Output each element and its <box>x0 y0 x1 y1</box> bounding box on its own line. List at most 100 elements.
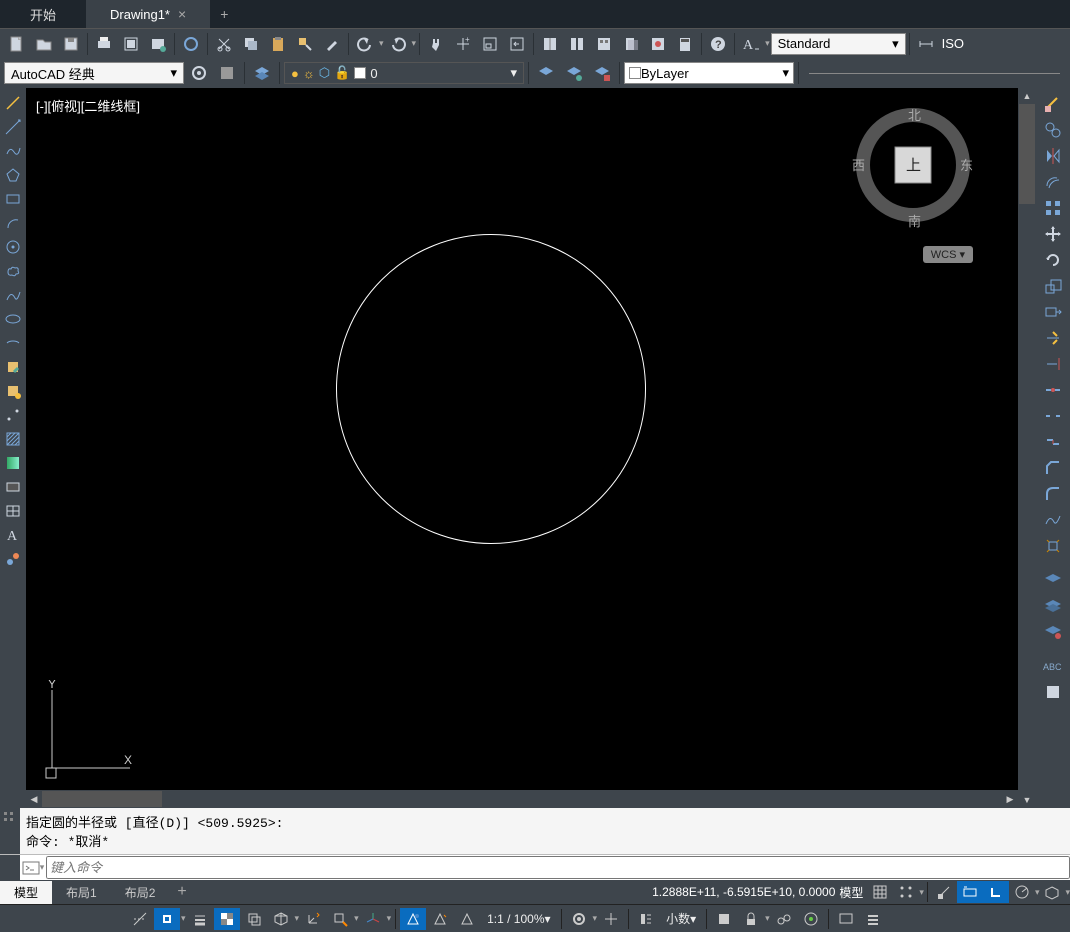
workspace-settings-button[interactable] <box>186 60 212 86</box>
tool-palettes-button[interactable] <box>591 31 617 57</box>
move-tool[interactable] <box>1039 222 1067 246</box>
scroll-right-icon[interactable]: ▶ <box>1002 790 1018 808</box>
osnap-track-button[interactable] <box>127 908 153 930</box>
units-button[interactable] <box>633 908 659 930</box>
command-prompt-icon[interactable]: ▾ <box>20 861 46 875</box>
hatch-tool[interactable] <box>2 428 24 450</box>
quickcalc-button[interactable] <box>672 31 698 57</box>
pan-button[interactable] <box>423 31 449 57</box>
plot-preview-button[interactable] <box>118 31 144 57</box>
print-button[interactable] <box>91 31 117 57</box>
line-tool[interactable] <box>2 92 24 114</box>
gizmo-button[interactable] <box>360 908 386 930</box>
array-tool[interactable] <box>1039 196 1067 220</box>
hardware-accel-button[interactable] <box>798 908 824 930</box>
scale-tool[interactable] <box>1039 274 1067 298</box>
isometric-button[interactable] <box>1039 881 1065 903</box>
rotate-tool[interactable] <box>1039 248 1067 272</box>
workspace-gear-button[interactable] <box>566 908 592 930</box>
construction-line-tool[interactable] <box>2 116 24 138</box>
annotation-visibility-button[interactable] <box>400 908 426 930</box>
transparency-button[interactable] <box>214 908 240 930</box>
snap-button[interactable] <box>893 881 919 903</box>
sheet-set-manager-button[interactable] <box>618 31 644 57</box>
publish-button[interactable] <box>145 31 171 57</box>
tab-layout2[interactable]: 布局2 <box>111 881 170 904</box>
paste-button[interactable] <box>265 31 291 57</box>
layer-stack-2-button[interactable] <box>1039 594 1067 618</box>
scroll-left-icon[interactable]: ◀ <box>26 790 42 808</box>
erase-tool[interactable] <box>1039 92 1067 116</box>
horizontal-scrollbar[interactable]: ◀ ▶ <box>26 790 1018 808</box>
tab-model[interactable]: 模型 <box>0 881 52 904</box>
chamfer-tool[interactable] <box>1039 456 1067 480</box>
close-icon[interactable]: × <box>178 6 186 22</box>
text-style-dropdown[interactable]: Standard ▾ <box>771 33 906 55</box>
scroll-up-icon[interactable]: ▲ <box>1018 88 1036 104</box>
osnap-button[interactable] <box>154 908 180 930</box>
text-style-a-button[interactable]: A <box>738 31 764 57</box>
ellipse-tool[interactable] <box>2 308 24 330</box>
undo-button[interactable] <box>352 31 378 57</box>
view-cube[interactable]: 北 南 西 东 上 <box>848 100 978 230</box>
customize-button[interactable] <box>860 908 886 930</box>
layer-previous-button[interactable] <box>533 60 559 86</box>
extend-tool[interactable] <box>1039 352 1067 376</box>
auto-scale-button[interactable] <box>427 908 453 930</box>
save-button[interactable] <box>58 31 84 57</box>
drawing-canvas[interactable]: [-][俯视][二维线框] 北 南 西 东 上 WCS ▾ Y X <box>26 88 1018 790</box>
abc-button[interactable]: ABC <box>1039 654 1067 678</box>
quick-properties-button[interactable] <box>711 908 737 930</box>
break-tool[interactable] <box>1039 404 1067 428</box>
layer-isolate-button[interactable] <box>589 60 615 86</box>
cut-button[interactable] <box>211 31 237 57</box>
tab-add-button[interactable]: + <box>210 0 238 28</box>
autodesk-360-button[interactable] <box>178 31 204 57</box>
rectangle-tool[interactable] <box>2 188 24 210</box>
units-dropdown[interactable]: 小数 ▾ <box>660 910 702 927</box>
blend-curves-tool[interactable] <box>1039 508 1067 532</box>
tab-layout1[interactable]: 布局1 <box>52 881 111 904</box>
vertical-scrollbar[interactable]: ▲ ▼ <box>1018 88 1036 808</box>
match-properties-button[interactable] <box>292 31 318 57</box>
workspace-save-button[interactable] <box>214 60 240 86</box>
attach-tool[interactable] <box>2 548 24 570</box>
wcs-badge[interactable]: WCS ▾ <box>923 246 973 263</box>
workspace-dropdown[interactable]: AutoCAD 经典 ▾ <box>4 62 184 84</box>
open-file-button[interactable] <box>31 31 57 57</box>
coordinates-readout[interactable]: 1.2888E+11, -6.5915E+10, 0.0000 <box>652 885 835 899</box>
markup-set-button[interactable] <box>645 31 671 57</box>
add-layout-button[interactable]: + <box>169 880 194 904</box>
command-input[interactable] <box>46 856 1070 879</box>
trim-tool[interactable] <box>1039 326 1067 350</box>
model-space-button[interactable]: 模型 <box>835 884 867 901</box>
polyline-tool[interactable] <box>2 140 24 162</box>
scroll-down-icon[interactable]: ▼ <box>1018 792 1036 808</box>
linetype-preview[interactable] <box>809 73 1060 74</box>
design-center-button[interactable] <box>564 31 590 57</box>
mirror-tool[interactable] <box>1039 144 1067 168</box>
selection-filter-button[interactable] <box>327 908 353 930</box>
zoom-window-button[interactable] <box>477 31 503 57</box>
command-grip[interactable] <box>0 855 20 880</box>
ortho-button[interactable] <box>983 881 1009 903</box>
selection-cycling-button[interactable] <box>241 908 267 930</box>
make-block-tool[interactable] <box>2 380 24 402</box>
mtext-tool[interactable]: A <box>2 524 24 546</box>
copy-button[interactable] <box>238 31 264 57</box>
fillet-tool[interactable] <box>1039 482 1067 506</box>
lock-ui-button[interactable] <box>738 908 764 930</box>
tab-start[interactable]: 开始 <box>0 0 86 28</box>
grid-button[interactable] <box>867 881 893 903</box>
table-tool[interactable] <box>2 500 24 522</box>
join-tool[interactable] <box>1039 430 1067 454</box>
layer-stack-1-button[interactable] <box>1039 568 1067 592</box>
offset-tool[interactable] <box>1039 170 1067 194</box>
annotation-scale-button[interactable] <box>454 908 480 930</box>
zoom-level-readout[interactable]: 1:1 / 100% ▾ <box>481 912 556 926</box>
copy-tool[interactable] <box>1039 118 1067 142</box>
revision-cloud-tool[interactable] <box>2 260 24 282</box>
stretch-tool[interactable] <box>1039 300 1067 324</box>
viewport-label[interactable]: [-][俯视][二维线框] <box>36 96 140 115</box>
region-tool[interactable] <box>2 476 24 498</box>
